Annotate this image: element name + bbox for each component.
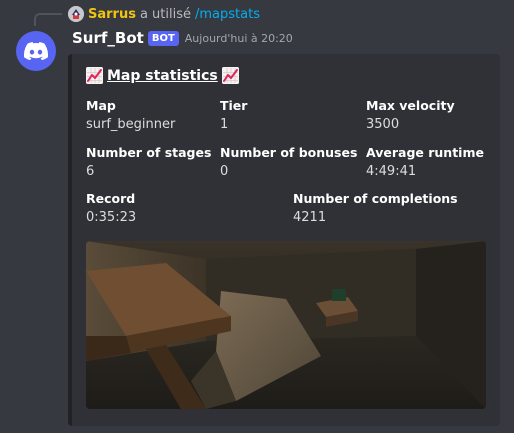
field-number-of-stages: Number of stages 6 bbox=[86, 143, 211, 181]
field-name: Max velocity bbox=[366, 98, 455, 113]
field-value: 6 bbox=[86, 164, 95, 179]
field-value: 4211 bbox=[293, 210, 327, 225]
message-timestamp[interactable]: Aujourd'hui à 20:20 bbox=[185, 32, 293, 45]
bot-username[interactable]: Surf_Bot bbox=[72, 29, 144, 47]
field-name: Map bbox=[86, 98, 116, 113]
reply-user-avatar[interactable] bbox=[68, 6, 84, 22]
field-name: Number of stages bbox=[86, 145, 212, 160]
field-map: Map surf_beginner bbox=[86, 96, 175, 134]
field-name: Number of bonuses bbox=[220, 145, 358, 160]
message-header: Surf_Bot BOT Aujourd'hui à 20:20 bbox=[72, 27, 293, 49]
reply-command-link[interactable]: /mapstats bbox=[195, 7, 260, 22]
field-max-velocity: Max velocity 3500 bbox=[366, 96, 455, 134]
embed-card: Map statistics Map surf_beginner Tier 1 … bbox=[68, 54, 500, 426]
field-name: Tier bbox=[220, 98, 248, 113]
field-name: Average runtime bbox=[366, 145, 484, 160]
field-record: Record 0:35:23 bbox=[86, 189, 136, 227]
field-value: 3500 bbox=[366, 117, 400, 132]
field-tier: Tier 1 bbox=[220, 96, 247, 134]
field-value: 4:49:41 bbox=[366, 164, 417, 179]
reply-connector-line bbox=[34, 13, 62, 26]
discord-logo-icon bbox=[24, 42, 48, 60]
field-average-runtime: Average runtime 4:49:41 bbox=[366, 143, 484, 181]
bot-avatar[interactable] bbox=[16, 31, 56, 71]
embed-title: Map statistics bbox=[86, 67, 239, 84]
reply-action-text: a utilisé bbox=[139, 6, 191, 22]
field-name: Number of completions bbox=[293, 191, 458, 206]
field-name: Record bbox=[86, 191, 136, 206]
field-number-of-bonuses: Number of bonuses 0 bbox=[220, 143, 357, 181]
chart-increasing-icon bbox=[86, 67, 103, 84]
reply-reference[interactable]: Sarrus a utilisé /mapstats bbox=[68, 5, 260, 23]
bot-badge: BOT bbox=[147, 30, 179, 46]
chart-increasing-icon bbox=[221, 67, 239, 84]
field-value: surf_beginner bbox=[86, 117, 176, 132]
field-number-of-completions: Number of completions 4211 bbox=[293, 189, 458, 227]
field-value: 0 bbox=[220, 164, 229, 179]
field-value: 0:35:23 bbox=[86, 210, 137, 225]
field-value: 1 bbox=[220, 117, 229, 132]
map-screenshot-image[interactable] bbox=[86, 241, 486, 409]
reply-username[interactable]: Sarrus bbox=[88, 7, 136, 22]
embed-title-text[interactable]: Map statistics bbox=[107, 68, 218, 84]
